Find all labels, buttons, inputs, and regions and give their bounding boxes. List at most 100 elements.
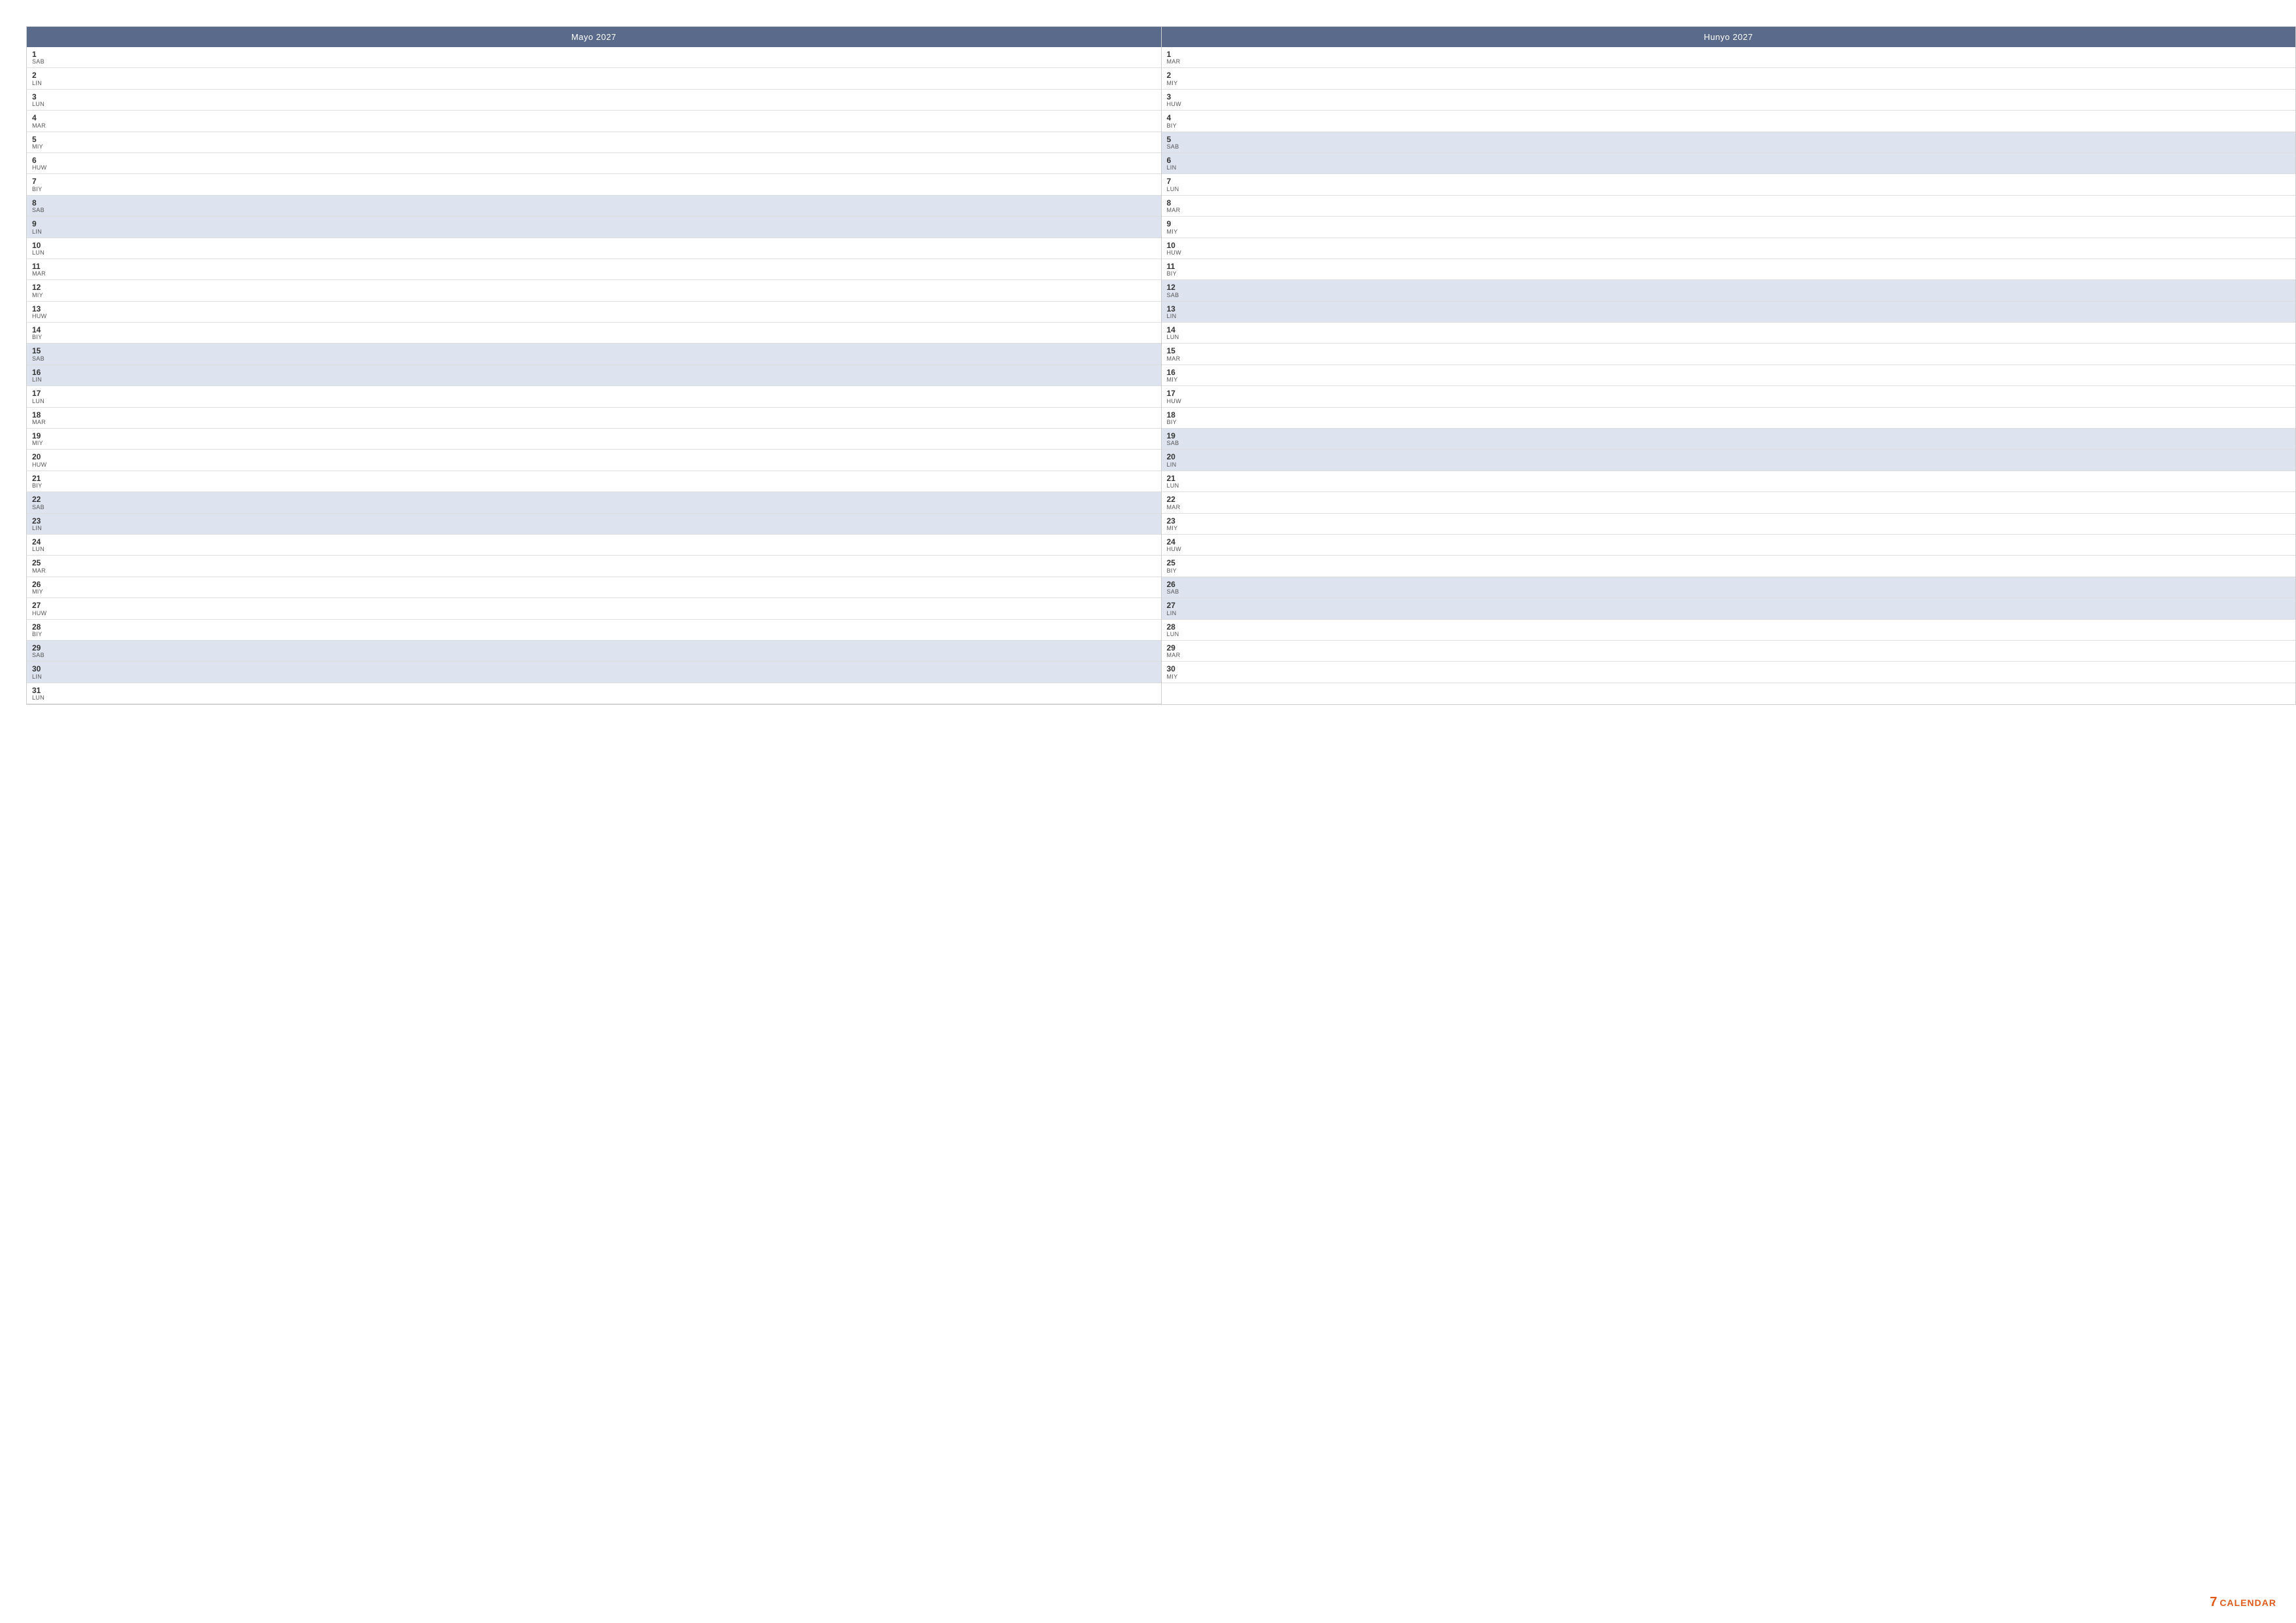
day-row[interactable]: 14BIY [27,323,1161,344]
day-row[interactable]: 13LIN [1162,302,2296,323]
day-name: BIY [1167,419,1180,425]
day-name: BIY [32,632,45,637]
month-column-hunyo: Hunyo 20271MAR2MIY3HUW4BIY5SAB6LIN7LUN8M… [1162,27,2296,704]
day-name: SAB [32,652,45,658]
day-row[interactable]: 18MAR [27,408,1161,429]
day-number: 20 [1167,452,1180,461]
day-number: 18 [1167,410,1180,419]
day-row[interactable]: 27HUW [27,598,1161,619]
day-row[interactable]: 22MAR [1162,492,2296,513]
day-number: 22 [32,495,45,504]
day-name: MIY [1167,80,1180,86]
day-number: 13 [32,304,46,313]
day-row[interactable]: 8MAR [1162,196,2296,217]
day-row[interactable]: 24LUN [27,535,1161,556]
day-row[interactable]: 19MIY [27,429,1161,450]
day-row[interactable]: 20LIN [1162,450,2296,471]
day-row[interactable]: 30MIY [1162,662,2296,683]
day-row[interactable]: 30LIN [27,662,1161,683]
day-name: SAB [32,207,45,213]
day-row[interactable]: 22SAB [27,492,1161,513]
day-row[interactable]: 3HUW [1162,90,2296,111]
day-number: 10 [1167,241,1181,250]
day-row[interactable]: 15MAR [1162,344,2296,365]
day-row[interactable]: 10LUN [27,238,1161,259]
day-name: MAR [32,419,46,425]
day-number: 29 [32,643,45,652]
day-row[interactable]: 5MIY [27,132,1161,153]
day-row[interactable]: 26SAB [1162,577,2296,598]
day-row[interactable]: 2LIN [27,68,1161,89]
day-row[interactable]: 13HUW [27,302,1161,323]
day-row[interactable]: 21BIY [27,471,1161,492]
calendar-icon: 7 [2210,1595,2217,1610]
day-row[interactable]: 28LUN [1162,620,2296,641]
day-row[interactable]: 16MIY [1162,365,2296,386]
day-name: BIY [32,187,45,192]
day-number: 11 [32,262,46,271]
day-row[interactable]: 5SAB [1162,132,2296,153]
day-name: MAR [1167,652,1181,658]
day-row[interactable]: 16LIN [27,365,1161,386]
day-row[interactable]: 2MIY [1162,68,2296,89]
month-header-mayo: Mayo 2027 [27,27,1161,47]
day-row[interactable]: 7BIY [27,174,1161,195]
day-number: 24 [32,537,45,546]
day-row[interactable]: 3LUN [27,90,1161,111]
day-number: 14 [32,325,45,334]
day-row[interactable]: 12MIY [27,280,1161,301]
day-row[interactable]: 11MAR [27,259,1161,280]
day-row[interactable]: 8SAB [27,196,1161,217]
day-row[interactable]: 7LUN [1162,174,2296,195]
day-row[interactable]: 29MAR [1162,641,2296,662]
day-number: 15 [32,346,45,355]
day-name: SAB [1167,293,1180,298]
day-row[interactable]: 23LIN [27,514,1161,535]
day-name: MIY [1167,229,1180,235]
day-number: 5 [32,135,45,144]
day-row[interactable]: 25MAR [27,556,1161,577]
day-name: MIY [1167,526,1180,531]
day-row[interactable]: 19SAB [1162,429,2296,450]
day-row[interactable]: 12SAB [1162,280,2296,301]
day-number: 4 [32,113,46,122]
day-number: 8 [32,198,45,207]
day-row[interactable]: 26MIY [27,577,1161,598]
day-row[interactable]: 17LUN [27,386,1161,407]
day-row[interactable]: 15SAB [27,344,1161,365]
day-number: 30 [32,664,45,673]
day-name: LIN [1167,462,1180,468]
day-number: 7 [32,177,45,186]
day-row[interactable]: 20HUW [27,450,1161,471]
day-row[interactable]: 4MAR [27,111,1161,132]
day-row[interactable]: 14LUN [1162,323,2296,344]
day-row[interactable]: 17HUW [1162,386,2296,407]
day-row[interactable]: 18BIY [1162,408,2296,429]
day-row[interactable]: 31LUN [27,683,1161,704]
day-row[interactable]: 28BIY [27,620,1161,641]
day-row[interactable]: 11BIY [1162,259,2296,280]
day-number: 17 [1167,389,1181,398]
day-row[interactable]: 10HUW [1162,238,2296,259]
day-name: SAB [32,505,45,510]
day-row[interactable]: 9MIY [1162,217,2296,238]
day-number: 6 [32,156,46,165]
day-row[interactable]: 4BIY [1162,111,2296,132]
day-row[interactable]: 25BIY [1162,556,2296,577]
day-row[interactable]: 27LIN [1162,598,2296,619]
day-row[interactable]: 24HUW [1162,535,2296,556]
day-name: LIN [1167,611,1180,616]
day-row[interactable]: 29SAB [27,641,1161,662]
day-number: 26 [1167,580,1180,589]
day-row[interactable]: 9LIN [27,217,1161,238]
day-number: 19 [32,431,45,440]
day-name: SAB [1167,440,1180,446]
day-number: 14 [1167,325,1180,334]
day-name: MAR [32,271,46,277]
day-row[interactable]: 1MAR [1162,47,2296,68]
day-row[interactable]: 6HUW [27,153,1161,174]
day-row[interactable]: 6LIN [1162,153,2296,174]
day-row[interactable]: 21LUN [1162,471,2296,492]
day-row[interactable]: 1SAB [27,47,1161,68]
day-row[interactable]: 23MIY [1162,514,2296,535]
